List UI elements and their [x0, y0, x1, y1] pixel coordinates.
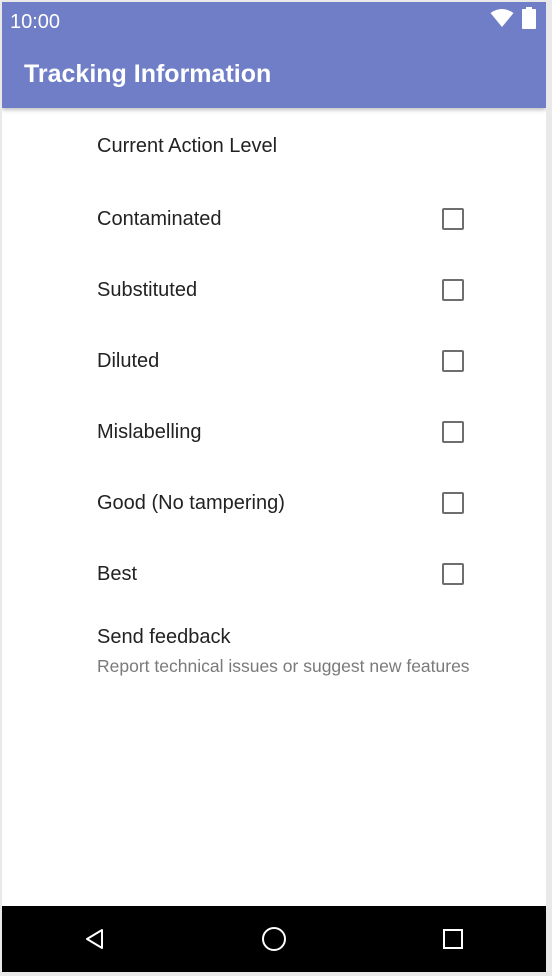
pref-substituted[interactable]: Substituted — [2, 255, 546, 326]
pref-label: Mislabelling — [97, 421, 202, 443]
status-icons — [490, 6, 536, 34]
category-title: Current Action Level — [97, 134, 278, 157]
navigation-bar — [2, 906, 546, 972]
pref-contaminated[interactable]: Contaminated — [2, 184, 546, 255]
diluted-checkbox[interactable] — [442, 350, 464, 372]
pref-label: Diluted — [97, 350, 160, 372]
pref-good[interactable]: Good (No tampering) — [2, 468, 546, 539]
page-title: Tracking Information — [24, 60, 272, 88]
feedback-summary: Report technical issues or suggest new f… — [97, 656, 470, 676]
status-time: 10:00 — [10, 11, 61, 33]
preferences-list: Current Action Level Contaminated Substi… — [2, 108, 546, 690]
category-header: Current Action Level — [2, 108, 546, 184]
pref-diluted[interactable]: Diluted — [2, 326, 546, 397]
pref-label: Substituted — [97, 279, 198, 301]
mislabelling-checkbox[interactable] — [442, 421, 464, 443]
recents-icon[interactable] — [438, 924, 468, 954]
phone-screen: 10:00 Tracking Information Current Actio… — [2, 2, 546, 972]
pref-best[interactable]: Best — [2, 539, 546, 610]
send-feedback-item[interactable]: Send feedback Report technical issues or… — [2, 610, 546, 690]
pref-label: Contaminated — [97, 208, 222, 230]
app-bar: 10:00 Tracking Information — [2, 2, 546, 108]
substituted-checkbox[interactable] — [442, 279, 464, 301]
pref-label: Best — [97, 563, 138, 585]
back-icon[interactable] — [80, 924, 110, 954]
pref-mislabelling[interactable]: Mislabelling — [2, 397, 546, 468]
best-checkbox[interactable] — [442, 563, 464, 585]
home-icon[interactable] — [259, 924, 289, 954]
contaminated-checkbox[interactable] — [442, 208, 464, 230]
wifi-icon — [490, 8, 514, 33]
battery-icon — [522, 6, 536, 34]
good-checkbox[interactable] — [442, 492, 464, 514]
pref-label: Good (No tampering) — [97, 492, 285, 514]
feedback-title: Send feedback — [97, 626, 231, 648]
